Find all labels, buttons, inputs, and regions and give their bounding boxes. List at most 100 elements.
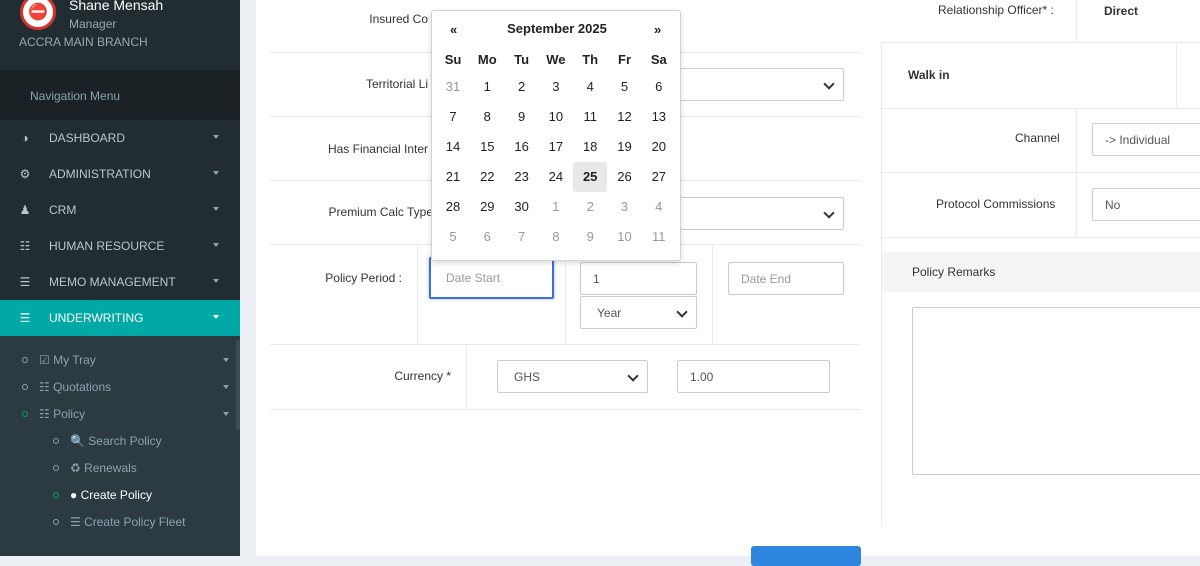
duration-unit-value: Year <box>597 305 622 320</box>
calendar-day[interactable]: 15 <box>470 132 504 162</box>
menu-item-underwriting[interactable]: ☰ UNDERWRITING <box>0 300 240 336</box>
calendar-day[interactable]: 7 <box>436 102 470 132</box>
menu-item-label: MEMO MANAGEMENT <box>49 275 176 289</box>
walk-in-label: Walk in <box>908 68 950 82</box>
menu-item-label: DASHBOARD <box>49 131 126 145</box>
calendar-day[interactable]: 5 <box>436 222 470 252</box>
calendar-day[interactable]: 7 <box>505 222 539 252</box>
calendar-day[interactable]: 6 <box>470 222 504 252</box>
weekday-header: Th <box>582 52 599 67</box>
menu-item-memo-management[interactable]: ☰ MEMO MANAGEMENT <box>0 264 240 300</box>
calendar-day[interactable]: 23 <box>505 162 539 192</box>
calendar-day[interactable]: 1 <box>470 72 504 102</box>
menu-item-human-resource[interactable]: ☷ HUMAN RESOURCE <box>0 228 240 264</box>
divider <box>1076 0 1077 42</box>
submit-button[interactable] <box>751 546 861 566</box>
submenu-item-policy[interactable]: ☷ Policy <box>0 401 240 427</box>
submenu-item-my-tray[interactable]: ☑ My Tray <box>0 347 240 373</box>
calendar-day[interactable]: 19 <box>608 132 642 162</box>
menu-item-dashboard[interactable]: ◑ DASHBOARD <box>0 120 240 156</box>
duration-unit-select[interactable]: Year <box>580 296 697 329</box>
user-panel: ⛔ Shane Mensah Manager ACCRA MAIN BRANCH <box>0 0 240 70</box>
duration-input[interactable]: 1 <box>580 262 697 295</box>
calendar-day[interactable]: 6 <box>642 72 676 102</box>
currency-select[interactable]: GHS <box>497 360 648 393</box>
channel-select[interactable]: -> Individual <box>1092 123 1200 156</box>
avatar[interactable]: ⛔ <box>20 0 56 30</box>
caret-down-icon <box>213 135 219 139</box>
calendar-day[interactable]: 4 <box>642 192 676 222</box>
weekday-header: Su <box>444 52 462 67</box>
calendar-day[interactable]: 3 <box>608 192 642 222</box>
calendar-day[interactable]: 20 <box>642 132 676 162</box>
sidebar-scrollbar[interactable] <box>236 340 240 430</box>
calendar-day[interactable]: 12 <box>608 102 642 132</box>
premium-calc-type-select[interactable] <box>664 197 844 230</box>
submenu-item-search-policy[interactable]: 🔍 Search Policy <box>0 428 240 454</box>
policy-period-label: Policy Period : <box>325 271 402 285</box>
calendar-day[interactable]: 2 <box>505 72 539 102</box>
submenu-item-renewals[interactable]: ♻ Renewals <box>0 455 240 481</box>
calendar-day[interactable]: 21 <box>436 162 470 192</box>
calendar-day[interactable]: 26 <box>608 162 642 192</box>
datepicker-title[interactable]: September 2025 <box>432 21 682 36</box>
divider <box>270 409 861 410</box>
calendar-day[interactable]: 22 <box>470 162 504 192</box>
calendar-day[interactable]: 8 <box>470 102 504 132</box>
calendar-day[interactable]: 28 <box>436 192 470 222</box>
user-name: Shane Mensah <box>69 0 164 13</box>
territorial-limit-select[interactable] <box>664 68 844 101</box>
territorial-label: Territorial Li <box>365 77 428 91</box>
currency-label: Currency * <box>394 369 451 383</box>
weekday-header: We <box>546 52 566 67</box>
calendar-day[interactable]: 16 <box>505 132 539 162</box>
submenu-item-label: ● Create Policy <box>70 488 152 502</box>
calendar-day[interactable]: 3 <box>539 72 573 102</box>
submenu-item-create-policy-fleet[interactable]: ☰ Create Policy Fleet <box>0 509 240 535</box>
submenu-item-label: ☷ Policy <box>39 407 86 421</box>
submenu-item-create-policy[interactable]: ● Create Policy <box>0 482 240 508</box>
calendar-day[interactable]: 31 <box>436 72 470 102</box>
caret-down-icon <box>213 171 219 175</box>
calendar-day[interactable]: 9 <box>573 222 607 252</box>
calendar-day[interactable]: 24 <box>539 162 573 192</box>
calendar-day[interactable]: 17 <box>539 132 573 162</box>
menu-item-crm[interactable]: ♟ CRM <box>0 192 240 228</box>
calendar-day[interactable]: 18 <box>573 132 607 162</box>
calendar-day[interactable]: 9 <box>505 102 539 132</box>
calendar-day[interactable]: 14 <box>436 132 470 162</box>
divider <box>712 244 713 344</box>
divider <box>881 172 1200 173</box>
exchange-rate-input[interactable]: 1.00 <box>677 360 830 393</box>
calendar-day[interactable]: 25 <box>573 162 608 192</box>
calendar-day[interactable]: 5 <box>608 72 642 102</box>
calendar-day[interactable]: 2 <box>573 192 607 222</box>
calendar-day[interactable]: 30 <box>505 192 539 222</box>
policy-remarks-header: Policy Remarks <box>882 252 1200 292</box>
divider <box>270 344 861 345</box>
calendar-day[interactable]: 1 <box>539 192 573 222</box>
calendar-day[interactable]: 27 <box>642 162 676 192</box>
submenu-item-quotations[interactable]: ☷ Quotations <box>0 374 240 400</box>
calendar-day[interactable]: 10 <box>608 222 642 252</box>
circle-icon <box>53 519 59 525</box>
date-start-input[interactable]: Date Start <box>429 257 554 299</box>
relationship-officer-label: Relationship Officer* : <box>938 3 1054 17</box>
main-content: Insured Co Territorial Li Has Financial … <box>256 0 1200 566</box>
submenu-item-label: 🔍 Search Policy <box>70 434 162 448</box>
next-month-button[interactable]: » <box>654 22 661 37</box>
calendar-day[interactable]: 11 <box>573 102 607 132</box>
calendar-day[interactable]: 10 <box>539 102 573 132</box>
calendar-day[interactable]: 4 <box>573 72 607 102</box>
policy-remarks-textarea[interactable] <box>912 307 1200 475</box>
protocol-commissions-select[interactable]: No <box>1092 188 1200 221</box>
date-end-input[interactable]: Date End <box>728 262 844 295</box>
calendar-day[interactable]: 11 <box>642 222 676 252</box>
calendar-day[interactable]: 13 <box>642 102 676 132</box>
menu-item-administration[interactable]: ⚙ ADMINISTRATION <box>0 156 240 192</box>
calendar-day[interactable]: 29 <box>470 192 504 222</box>
menu-item-label: CRM <box>49 203 77 217</box>
divider <box>466 344 467 409</box>
calendar-day[interactable]: 8 <box>539 222 573 252</box>
divider <box>1176 42 1177 108</box>
